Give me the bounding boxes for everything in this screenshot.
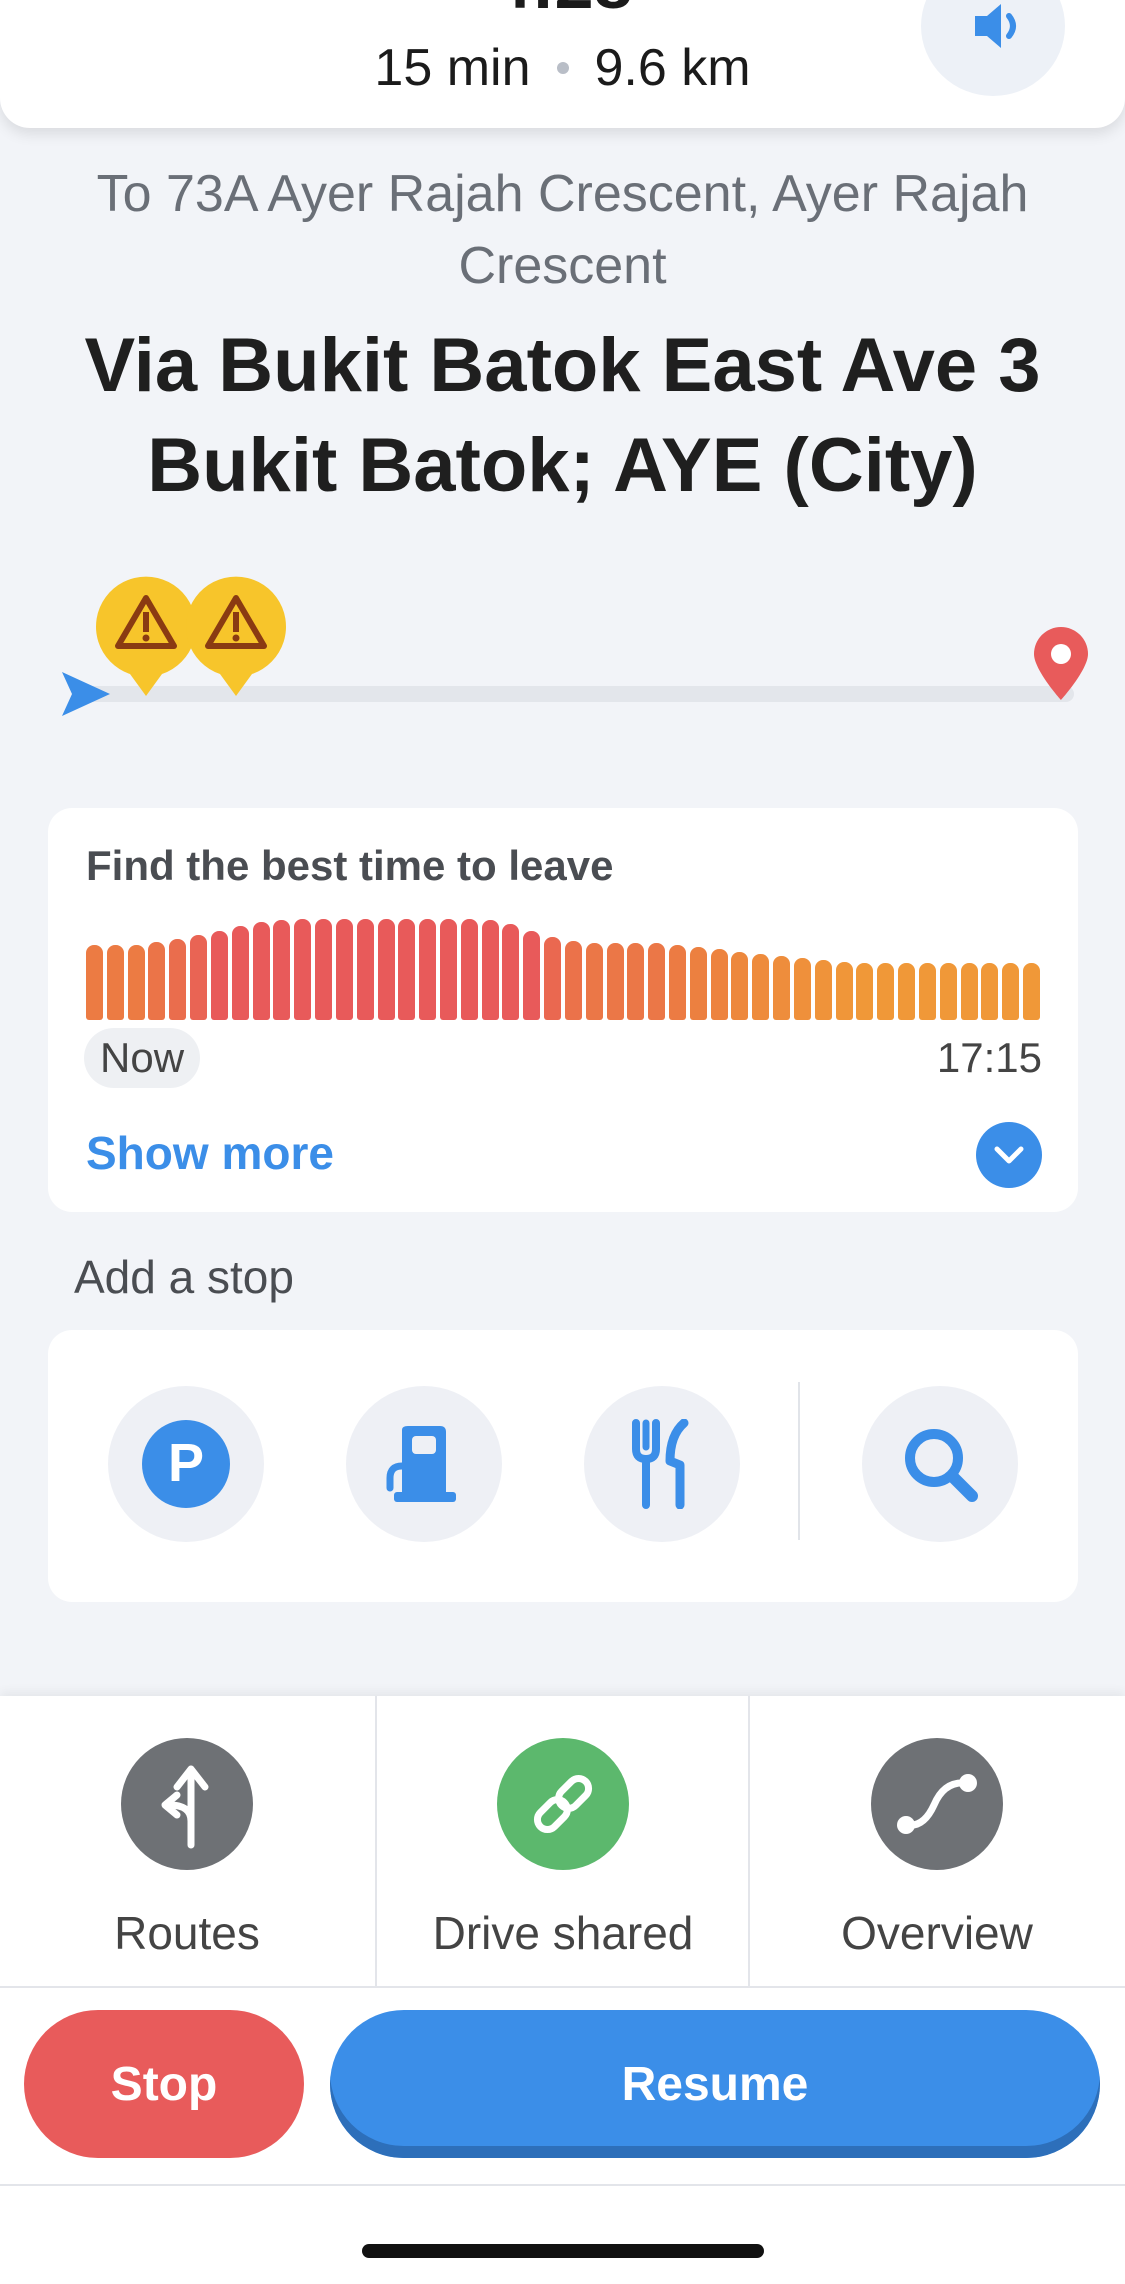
departure-bar [981,962,999,1020]
departure-bar [210,930,228,1020]
route-via: Via Bukit Batok East Ave 3 Bukit Batok; … [84,323,1041,508]
best-time-card: Find the best time to leave Now 17:15 Sh… [48,808,1078,1212]
departure-bar [814,959,832,1020]
drive-shared-icon-circle [497,1738,629,1870]
departure-bar [918,962,936,1020]
parking-icon: P [142,1420,230,1508]
now-label: Now [84,1028,201,1088]
departure-bar [523,930,541,1020]
departure-bar [315,919,333,1020]
search-icon [905,1429,978,1502]
resume-button[interactable]: Resume [330,2010,1100,2158]
departure-bar [273,920,291,1020]
hazard-warning-icon [186,576,286,696]
add-stop-title: Add a stop [74,1251,294,1303]
stop-parking-button[interactable]: P [108,1386,264,1542]
show-more-link[interactable]: Show more [86,1126,334,1180]
gas-station-icon [386,1426,456,1502]
speaker-icon [975,4,1016,48]
stop-food-button[interactable] [584,1386,740,1542]
action-separator [0,1986,1125,1988]
trip-duration: 15 min [374,39,531,97]
departure-bar [627,943,645,1020]
departure-bar [877,962,895,1020]
fork-knife-icon [632,1419,689,1509]
departure-bar [731,952,749,1020]
departure-bar [1023,962,1040,1020]
departure-bar [294,919,312,1020]
departure-bar [127,945,145,1020]
departure-bar [689,947,707,1020]
departure-bar [419,919,437,1020]
destination-address: To 73A Ayer Rajah Crescent, Ayer Rajah C… [96,165,1029,295]
routes-icon-circle [121,1738,253,1870]
departure-bar [648,943,666,1020]
action-bar: Routes Drive shared Overview [0,1696,1125,2284]
routes-action[interactable]: Routes [0,1696,374,1986]
departure-bar [190,934,208,1020]
overview-icon-circle [871,1738,1003,1870]
departure-bar [856,962,874,1020]
departure-bar [252,922,270,1020]
departure-bar [710,949,728,1020]
departure-bar [752,954,770,1020]
stop-button[interactable]: Stop [24,2010,304,2158]
drive-shared-label: Drive shared [432,1907,694,1959]
departure-bar [169,938,187,1020]
departure-bar [398,919,416,1020]
chevron-down-icon [994,1146,1024,1164]
overview-action[interactable]: Overview [750,1696,1124,1986]
departure-bar [460,919,478,1020]
departure-bar [502,924,520,1020]
departure-bar [86,945,103,1020]
separator-dot [556,62,569,74]
trip-distance: 9.6 km [594,39,751,97]
departure-bar [939,962,957,1020]
departure-time-chart[interactable] [86,916,1040,1020]
departure-bar [481,920,499,1020]
departure-bar [898,962,916,1020]
departure-bar [1002,962,1020,1020]
departure-bar [835,961,853,1020]
fork-arrow-icon [161,1765,209,1849]
departure-bar [544,936,562,1020]
departure-bar [439,919,457,1020]
departure-bar [231,926,249,1020]
departure-bar [377,919,395,1020]
departure-bar [669,945,687,1020]
departure-bar [793,957,811,1020]
parking-letter: P [168,1433,204,1493]
departure-bar [148,942,166,1020]
drive-shared-action[interactable]: Drive shared [376,1696,750,1986]
routes-label: Routes [114,1907,260,1959]
end-time-label: 17:15 [936,1034,1042,1081]
eta-card: 4:28 15 min 9.6 km [0,0,1125,128]
route-progress [0,570,1125,730]
departure-bar [606,943,624,1020]
home-indicator[interactable] [362,2244,764,2258]
route-overview-icon [897,1774,977,1834]
button-separator [0,2184,1125,2186]
stop-divider [798,1382,800,1540]
stop-search-button[interactable] [862,1386,1018,1542]
departure-bar [106,945,124,1020]
best-time-title: Find the best time to leave [86,842,614,889]
departure-bar [960,962,978,1020]
hazard-warning-icon [96,576,196,696]
stop-gas-button[interactable] [346,1386,502,1542]
destination-pin-icon [1034,627,1088,700]
link-icon [533,1774,593,1834]
departure-bar [773,955,791,1020]
departure-bar [335,919,353,1020]
departure-bar [564,940,582,1020]
add-stop-card: P [48,1330,1078,1602]
departure-bar [356,919,374,1020]
expand-button[interactable] [976,1122,1042,1188]
departure-bar [585,943,603,1020]
overview-label: Overview [841,1907,1033,1959]
